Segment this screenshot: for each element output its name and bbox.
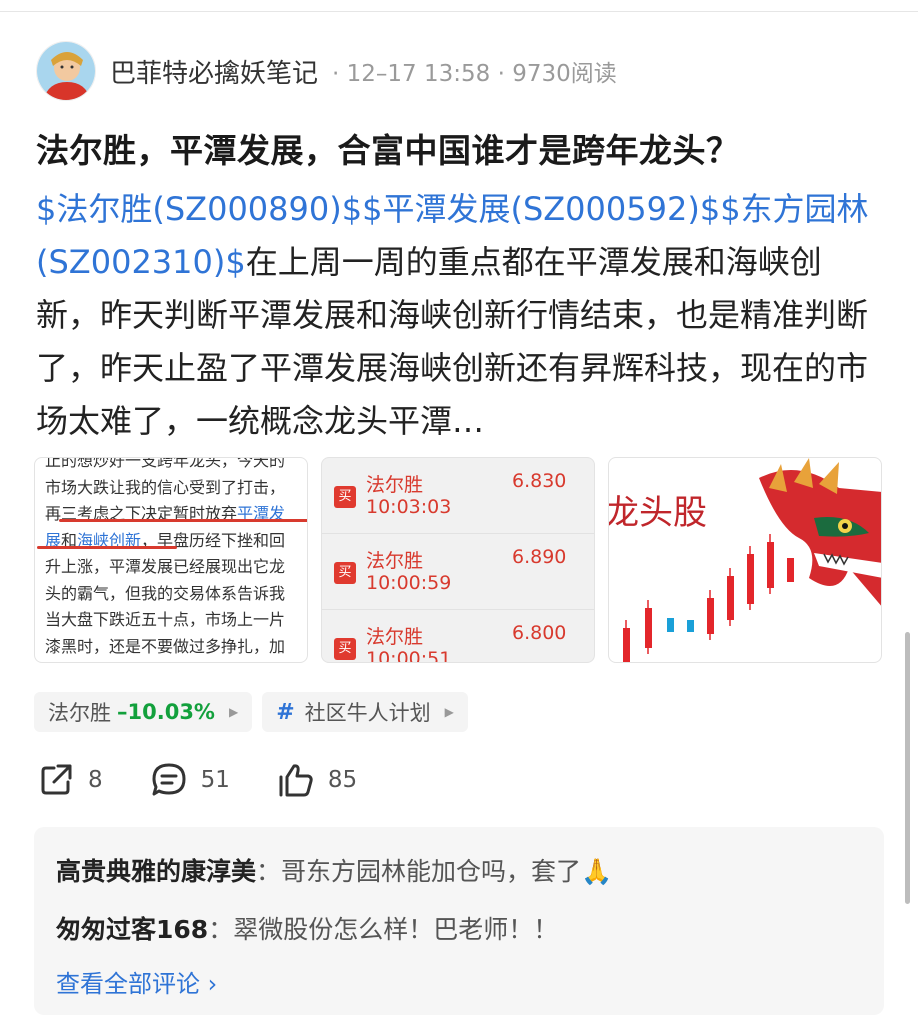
comment-separator: ： — [256, 857, 282, 886]
buy-badge: 买 — [334, 638, 356, 660]
trade-record: 买 法尔胜 10:00:51 6.800 — [322, 610, 594, 663]
share-icon — [41, 764, 72, 795]
play-arrow-icon: ▶ — [228, 705, 239, 719]
text-line: 展和海峡创新，早盘历经下挫和回 — [45, 528, 297, 555]
dragon-chart-illustration: 龙头股 — [609, 458, 881, 662]
share-count: 8 — [88, 767, 103, 793]
text-line: 头的霸气，但我的交易体系告诉我 — [45, 583, 286, 603]
dragon-caption: 龙头股 — [609, 494, 707, 532]
trade-record: 买 法尔胜 10:03:03 6.830 — [322, 458, 594, 534]
comment-user[interactable]: 高贵典雅的康淳美 — [56, 857, 256, 886]
comment-icon — [152, 763, 186, 796]
buy-badge: 买 — [334, 486, 356, 508]
buy-badge: 买 — [334, 562, 356, 584]
topic-chip[interactable]: # 社区牛人计划 ▶ — [262, 692, 468, 732]
top-divider — [0, 11, 918, 12]
hashtag-icon: # — [276, 699, 295, 725]
red-underline — [37, 546, 177, 549]
author-row: 巴菲特必擒妖笔记 · 12–17 13:58 · 9730阅读 — [36, 40, 617, 102]
comment-item[interactable]: 匆匆过客168：翠微股份怎么样！巴老师！！ — [56, 901, 862, 959]
author-name[interactable]: 巴菲特必擒妖笔记 — [110, 53, 318, 90]
trade-record: 买 法尔胜 10:00:59 6.890 — [322, 534, 594, 610]
scrollbar[interactable] — [905, 632, 910, 904]
trade-stock-name: 法尔胜 — [366, 474, 424, 496]
author-avatar[interactable] — [36, 41, 96, 101]
like-button[interactable]: 85 — [276, 760, 357, 800]
stock-tag-link[interactable]: $法尔胜(SZ000890)$ — [36, 190, 362, 228]
post-title: 法尔胜，平潭发展，合富中国谁才是跨年龙头？ — [36, 131, 740, 170]
thumbnail-text-image[interactable]: 止的想炒好一支跨年龙头，今天的 市场大跌让我的信心受到了打击， 再三考虑之下决定… — [34, 457, 308, 663]
chip-row: 法尔胜 –10.03% ▶ # 社区牛人计划 ▶ — [34, 692, 468, 732]
stock-quote-chip[interactable]: 法尔胜 –10.03% ▶ — [34, 692, 253, 732]
post-meta: · 12–17 13:58 · 9730阅读 — [332, 61, 617, 87]
comment-separator: ： — [208, 915, 234, 944]
text-line: 漆黑时，还是不要做过多挣扎，加 — [45, 636, 286, 656]
chip-stock-name: 法尔胜 — [48, 701, 111, 725]
trade-price: 6.830 — [512, 470, 567, 492]
thumbs-up-icon — [279, 764, 313, 797]
text-line: 止的想炒好一支跨年龙头，今天的 — [45, 457, 286, 470]
thumbnail-trade-records[interactable]: 买 法尔胜 10:03:03 6.830 买 法尔胜 10:00:59 6.89… — [321, 457, 595, 663]
like-count: 85 — [327, 767, 358, 793]
stock-tag-link[interactable]: $平潭发展(SZ000592)$ — [362, 190, 720, 228]
pray-emoji-icon: 🙏 — [581, 857, 613, 886]
comment-text: 哥东方园林能加仓吗，套了 — [281, 857, 582, 886]
trade-time: 10:00:51 — [366, 648, 452, 663]
image-gallery: 止的想炒好一支跨年龙头，今天的 市场大跌让我的信心受到了打击， 再三考虑之下决定… — [34, 457, 884, 663]
text-line: 市场大跌让我的信心受到了打击， — [45, 477, 286, 497]
play-arrow-icon: ▶ — [444, 705, 454, 719]
chip-topic-label: 社区牛人计划 — [304, 701, 431, 725]
comment-item[interactable]: 高贵典雅的康淳美：哥东方园林能加仓吗，套了🙏 — [56, 843, 862, 901]
trade-time: 10:00:59 — [366, 572, 452, 594]
comment-button[interactable]: 51 — [149, 760, 230, 800]
comment-text: 翠微股份怎么样！巴老师！！ — [233, 915, 559, 944]
text-line: 升上涨，平潭发展已经展现出它龙 — [45, 557, 286, 576]
trade-price: 6.890 — [512, 546, 567, 568]
comment-count: 51 — [200, 767, 230, 793]
chip-stock-change: –10.03% — [117, 700, 215, 724]
share-button[interactable]: 8 — [36, 760, 103, 800]
post-body: $法尔胜(SZ000890)$$平潭发展(SZ000592)$$东方园林(SZ0… — [36, 183, 882, 448]
action-bar: 8 51 85 — [36, 760, 403, 800]
comment-user[interactable]: 匆匆过客168 — [56, 915, 208, 944]
trade-price: 6.800 — [512, 622, 567, 644]
red-underline — [59, 519, 307, 522]
trade-stock-name: 法尔胜 — [366, 626, 424, 648]
trade-time: 10:03:03 — [366, 496, 452, 518]
comments-preview: 高贵典雅的康淳美：哥东方园林能加仓吗，套了🙏 匆匆过客168：翠微股份怎么样！巴… — [34, 827, 884, 1015]
text-line: 当大盘下跌近五十点，市场上一片 — [45, 610, 286, 629]
trade-stock-name: 法尔胜 — [366, 550, 424, 572]
text-line: 再三考虑之下决定暂时放弃平潭发 — [45, 501, 297, 528]
view-all-comments-link[interactable]: 查看全部评论 › — [56, 959, 862, 1009]
thumbnail-dragon-stock[interactable]: 龙头股 — [608, 457, 882, 663]
